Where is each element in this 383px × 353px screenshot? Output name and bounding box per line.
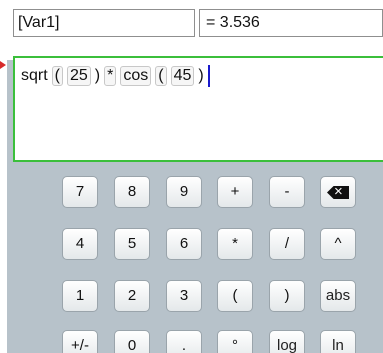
key-multiply[interactable]: *	[217, 228, 253, 260]
calculator-panel: [Var1] = 3.536 sqrt ( 25 ) * cos ( 45 ) …	[0, 0, 383, 353]
pointer-arrow-icon	[0, 61, 6, 69]
expression: sqrt ( 25 ) * cos ( 45 )	[21, 65, 210, 87]
key-paren-close[interactable]: )	[269, 280, 305, 312]
token-paren-open: (	[155, 66, 167, 86]
key-backspace[interactable]	[320, 176, 356, 208]
token-function-sqrt: sqrt	[21, 67, 48, 84]
key-6[interactable]: 6	[166, 228, 202, 260]
key-4[interactable]: 4	[62, 228, 98, 260]
token-paren-close: )	[94, 67, 101, 84]
result-field: = 3.536	[199, 9, 383, 37]
text-cursor	[207, 65, 210, 87]
token-number: 25	[67, 66, 91, 86]
token-number: 45	[170, 66, 195, 86]
key-9[interactable]: 9	[166, 176, 202, 208]
keypad: 7 8 9 + - 4 5 6 * / ^ 1 2 3 ( ) abs +/- …	[62, 176, 362, 353]
key-plus[interactable]: +	[217, 176, 253, 208]
left-margin	[0, 0, 7, 353]
key-minus[interactable]: -	[269, 176, 305, 208]
variable-name-field[interactable]: [Var1]	[13, 9, 195, 37]
expression-editor[interactable]: sqrt ( 25 ) * cos ( 45 )	[13, 56, 383, 162]
key-sign-toggle[interactable]: +/-	[62, 330, 98, 353]
key-log[interactable]: log	[269, 330, 305, 353]
token-paren-open: (	[51, 66, 63, 86]
key-decimal[interactable]: .	[166, 330, 202, 353]
key-5[interactable]: 5	[114, 228, 150, 260]
key-1[interactable]: 1	[62, 280, 98, 312]
key-ln[interactable]: ln	[320, 330, 356, 353]
key-7[interactable]: 7	[62, 176, 98, 208]
token-operator: *	[104, 66, 117, 86]
token-paren-close: )	[198, 67, 204, 84]
key-abs[interactable]: abs	[320, 280, 356, 312]
token-function-cos: cos	[120, 66, 152, 86]
key-0[interactable]: 0	[114, 330, 150, 353]
key-power[interactable]: ^	[320, 228, 356, 260]
key-2[interactable]: 2	[114, 280, 150, 312]
key-degree[interactable]: °	[217, 330, 253, 353]
key-paren-open[interactable]: (	[217, 280, 253, 312]
key-8[interactable]: 8	[114, 176, 150, 208]
key-divide[interactable]: /	[269, 228, 305, 260]
key-3[interactable]: 3	[166, 280, 202, 312]
backspace-icon	[327, 186, 349, 199]
